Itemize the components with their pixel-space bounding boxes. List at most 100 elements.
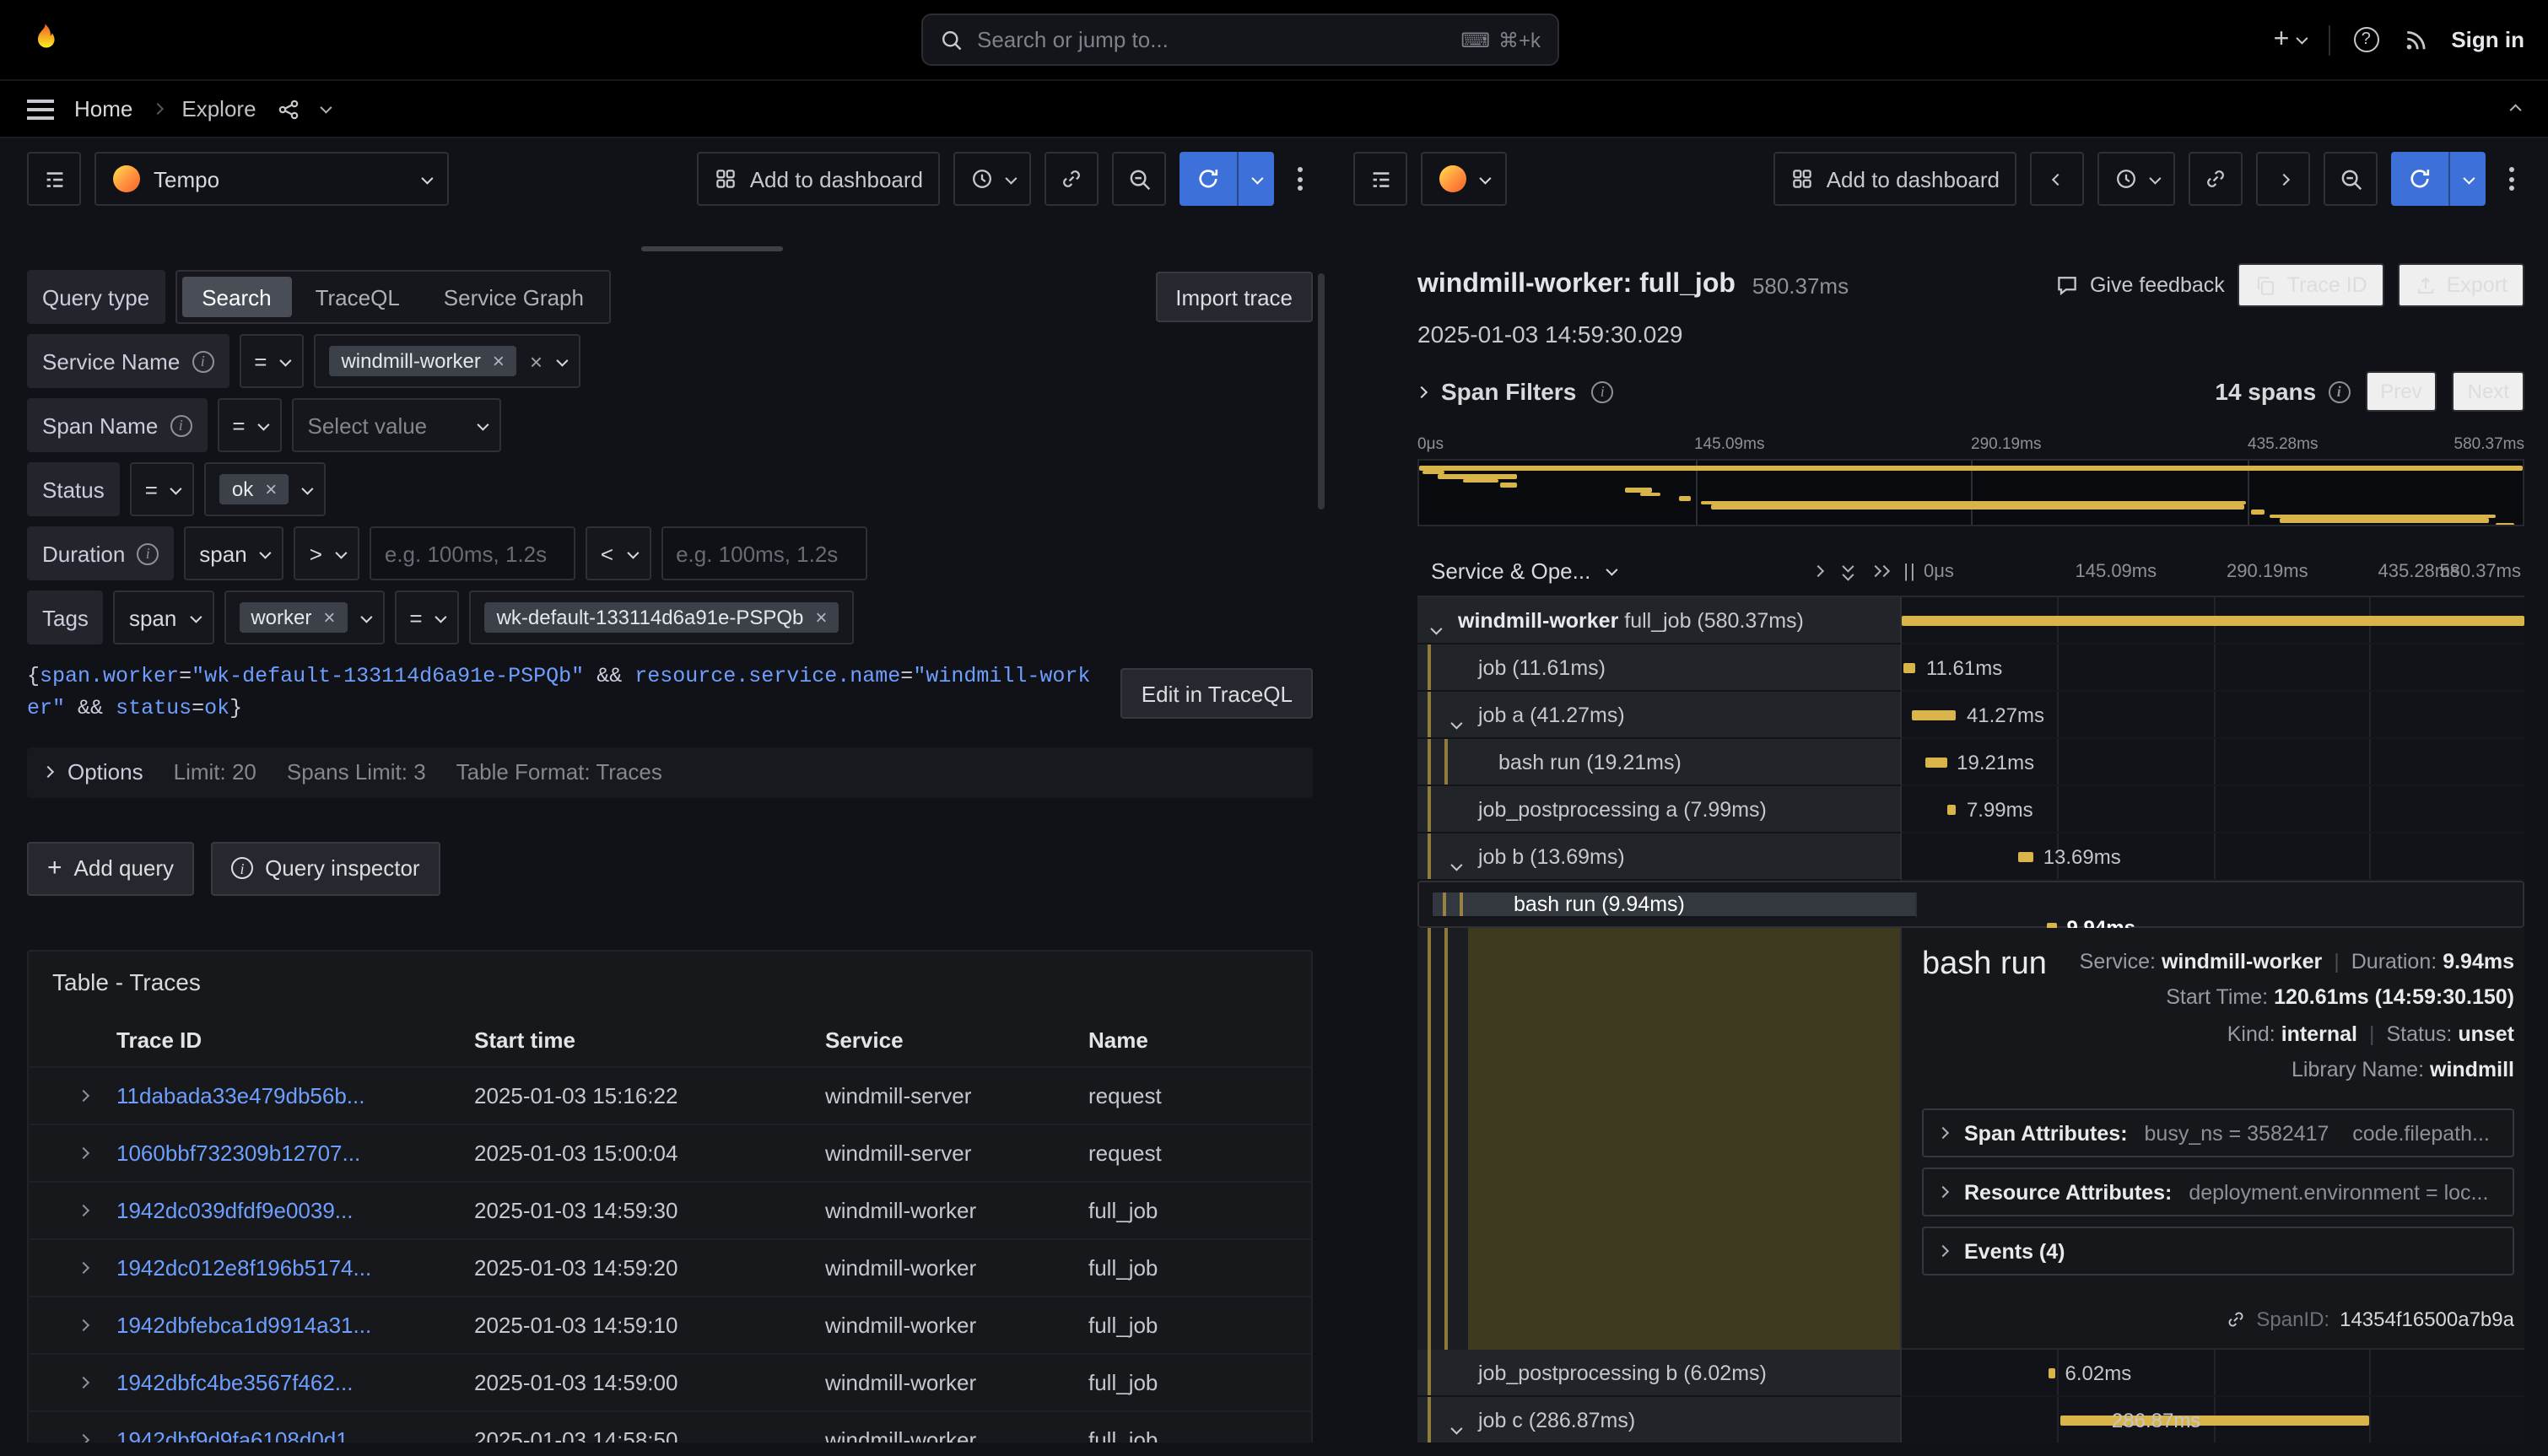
trace-id-link[interactable]: 1060bbf732309b12707... — [116, 1141, 474, 1166]
new-menu-button[interactable]: + — [2274, 24, 2305, 55]
sign-in-link[interactable]: Sign in — [2451, 27, 2524, 52]
span-row[interactable]: job_postprocessing b (6.02ms)6.02ms — [1417, 1350, 2524, 1397]
detail-accordion[interactable]: Span Attributes:busy_ns = 3582417 code.f… — [1922, 1108, 2514, 1157]
time-picker-button[interactable] — [2097, 152, 2175, 206]
span-row[interactable]: job c (286.87ms)286.87ms — [1417, 1397, 2524, 1443]
query-type-tab-search[interactable]: Search — [181, 277, 291, 317]
span-bar[interactable] — [1902, 616, 2524, 626]
service-operator-select[interactable]: = — [239, 334, 304, 388]
span-bar[interactable] — [1903, 663, 1916, 673]
span-timeline-cell[interactable]: 7.99ms — [1902, 786, 2524, 833]
datasource-picker[interactable]: Tempo — [94, 152, 449, 206]
query-inspector-button[interactable]: i Query inspector — [211, 842, 440, 896]
remove-chip-icon[interactable]: × — [323, 607, 335, 628]
span-timeline-cell[interactable]: 9.94ms — [1930, 903, 2509, 905]
query-type-tab-service-graph[interactable]: Service Graph — [424, 277, 604, 317]
query-type-tab-traceql[interactable]: TraceQL — [295, 277, 420, 317]
link-icon[interactable] — [2226, 1309, 2246, 1329]
tag-value-select[interactable]: wk-default-133114d6a91e-PSPQb × — [470, 590, 855, 644]
import-trace-button[interactable]: Import trace — [1155, 272, 1313, 322]
span-bar[interactable] — [1948, 805, 1957, 815]
tag-key-chip[interactable]: worker × — [239, 602, 347, 633]
remove-chip-icon[interactable]: × — [815, 607, 827, 628]
export-button[interactable]: Export — [2398, 263, 2524, 307]
chevron-down-icon[interactable] — [1451, 852, 1460, 876]
help-icon[interactable]: ? — [2353, 27, 2378, 52]
span-row[interactable]: job a (41.27ms)41.27ms — [1417, 692, 2524, 739]
span-row[interactable]: job_postprocessing a (7.99ms)7.99ms — [1417, 786, 2524, 833]
span-row[interactable]: bash run (19.21ms)19.21ms — [1417, 739, 2524, 786]
chevron-down-icon[interactable] — [320, 102, 332, 114]
grafana-logo-icon[interactable] — [24, 19, 64, 60]
span-timeline-cell[interactable]: 286.87ms — [1902, 1397, 2524, 1443]
search-input[interactable] — [977, 27, 1447, 52]
chevron-down-icon[interactable] — [1451, 1416, 1460, 1439]
table-row[interactable]: 1942dc039dfdf9e0039...2025-01-03 14:59:3… — [29, 1181, 1311, 1238]
add-to-dashboard-button[interactable]: Add to dashboard — [1774, 152, 2016, 206]
span-timeline-cell[interactable] — [1902, 597, 2524, 644]
chevron-down-icon[interactable] — [1606, 564, 1617, 576]
time-picker-button[interactable] — [953, 152, 1031, 206]
expand-all-icon[interactable] — [1871, 567, 1888, 575]
run-interval-caret[interactable] — [1237, 152, 1274, 206]
table-row[interactable]: 1060bbf732309b12707...2025-01-03 15:00:0… — [29, 1124, 1311, 1181]
span-timeline-cell[interactable]: 41.27ms — [1902, 692, 2524, 739]
span-row[interactable]: bash run (9.94ms)9.94ms — [1417, 881, 2524, 928]
collapse-all-icon[interactable] — [1843, 563, 1851, 580]
table-row[interactable]: 11dabada33e479db56b...2025-01-03 15:16:2… — [29, 1066, 1311, 1124]
zoom-out-button[interactable] — [2324, 152, 2378, 206]
trace-id-link[interactable]: 1942dc012e8f196b5174... — [116, 1255, 474, 1281]
span-timeline-cell[interactable]: 6.02ms — [1902, 1350, 2524, 1397]
trace-minimap[interactable] — [1417, 459, 2524, 526]
options-row[interactable]: Options Limit: 20Spans Limit: 3Table For… — [27, 747, 1313, 798]
copy-trace-id-button[interactable]: Trace ID — [2238, 263, 2384, 307]
chevron-down-icon[interactable] — [1451, 710, 1460, 734]
row-expand-icon[interactable] — [77, 1089, 89, 1101]
trace-id-link[interactable]: 1942dbfebca1d9914a31... — [116, 1313, 474, 1338]
row-expand-icon[interactable] — [77, 1204, 89, 1216]
next-span-button[interactable]: Next — [2453, 371, 2524, 412]
service-operation-header[interactable]: Service & Ope... — [1431, 558, 1590, 584]
span-bar[interactable] — [2048, 1368, 2054, 1378]
kebab-menu-icon[interactable] — [1287, 167, 1313, 191]
table-row[interactable]: 1942dbf9d9fa6108d0d1...2025-01-03 14:58:… — [29, 1410, 1311, 1443]
table-column-header[interactable]: Name — [1088, 1028, 1304, 1054]
duration-gt-select[interactable]: > — [294, 526, 359, 580]
detail-accordion[interactable]: Resource Attributes:deployment.environme… — [1922, 1167, 2514, 1216]
status-value-select[interactable]: ok × — [205, 462, 326, 516]
refresh-icon[interactable] — [2391, 152, 2448, 206]
time-shift-right-button[interactable] — [2256, 152, 2310, 206]
add-query-button[interactable]: + Add query — [27, 842, 194, 896]
duration-scope-select[interactable]: span — [184, 526, 283, 580]
row-expand-icon[interactable] — [77, 1146, 89, 1158]
link-split-button[interactable] — [2189, 152, 2243, 206]
row-expand-icon[interactable] — [77, 1376, 89, 1388]
share-icon[interactable] — [277, 97, 300, 121]
zoom-out-button[interactable] — [1112, 152, 1166, 206]
add-to-dashboard-button[interactable]: Add to dashboard — [698, 152, 940, 206]
row-expand-icon[interactable] — [77, 1433, 89, 1443]
expand-one-icon[interactable] — [1812, 565, 1824, 577]
give-feedback-button[interactable]: Give feedback — [2056, 273, 2225, 297]
collapse-top-icon[interactable] — [2510, 104, 2522, 116]
table-row[interactable]: 1942dbfebca1d9914a31...2025-01-03 14:59:… — [29, 1296, 1311, 1353]
column-resize-handle[interactable]: || — [1902, 561, 1919, 581]
trace-id-link[interactable]: 11dabada33e479db56b... — [116, 1083, 474, 1108]
span-bar[interactable] — [1926, 758, 1946, 768]
span-timeline-cell[interactable]: 13.69ms — [1902, 833, 2524, 881]
edit-in-traceql-button[interactable]: Edit in TraceQL — [1121, 669, 1313, 720]
duration-lt-select[interactable]: < — [586, 526, 650, 580]
horizontal-scrollbar[interactable] — [641, 246, 783, 251]
status-operator-select[interactable]: = — [130, 462, 195, 516]
global-search[interactable]: ⌨ ⌘+k — [921, 13, 1559, 66]
news-rss-icon[interactable] — [2402, 27, 2427, 52]
service-value-select[interactable]: windmill-worker × × — [314, 334, 580, 388]
row-expand-icon[interactable] — [77, 1318, 89, 1330]
datasource-picker[interactable] — [1421, 152, 1507, 206]
span-timeline-cell[interactable]: 19.21ms — [1902, 739, 2524, 786]
span-bar[interactable] — [2061, 1416, 2369, 1426]
time-shift-left-button[interactable] — [2030, 152, 2084, 206]
refresh-icon[interactable] — [1180, 152, 1237, 206]
clear-select-icon[interactable]: × — [530, 350, 543, 372]
span-row[interactable]: windmill-worker full_job (580.37ms) — [1417, 597, 2524, 644]
